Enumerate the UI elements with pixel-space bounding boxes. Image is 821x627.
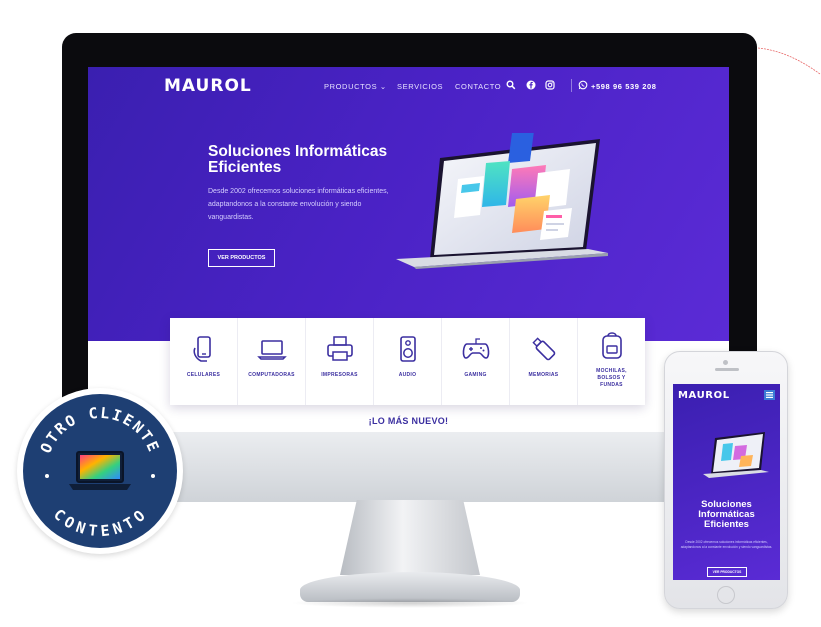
- speaker-icon: [399, 336, 416, 362]
- hero-description: Desde 2002 ofrecemos soluciones informát…: [208, 188, 389, 221]
- facebook-icon[interactable]: [526, 80, 536, 90]
- phone-laptop-illustration: [703, 432, 769, 478]
- phone-mockup: MAUROL Soluciones Informáticas Eficiente…: [664, 351, 788, 609]
- hero-title: Soluciones Informáticas Eficientes: [208, 143, 388, 176]
- decorative-line: [758, 47, 821, 75]
- badge-text-bottom: CONTENTO: [50, 505, 148, 540]
- category-label: IMPRESORAS: [321, 372, 358, 378]
- category-label: COMPUTADORAS: [248, 372, 295, 378]
- category-mochilas[interactable]: MOCHILAS, BOLSOS Y FUNDAS: [578, 318, 645, 405]
- rainbow-laptop-icon: [69, 451, 131, 490]
- category-label: MEMORIAS: [528, 372, 559, 378]
- phone-ver-productos-button[interactable]: VER PRODUCTOS: [707, 567, 747, 577]
- category-bar: CELULARES COMPUTADORAS IMPRESORAS AUDIO …: [170, 318, 645, 405]
- phone-home-button[interactable]: [717, 586, 735, 604]
- monitor-screen: MAUROL PRODUCTOS ⌄ SERVICIOS CONTACTO +5…: [88, 67, 729, 432]
- phone-site-logo[interactable]: MAUROL: [678, 390, 730, 401]
- phone-screen: MAUROL Soluciones Informáticas Eficiente…: [673, 384, 780, 580]
- top-navbar: MAUROL PRODUCTOS ⌄ SERVICIOS CONTACTO +5…: [88, 67, 729, 105]
- phone-hero-description: Desde 2002 ofrecemos soluciones informát…: [680, 540, 773, 549]
- laptop-illustration: [396, 133, 608, 269]
- category-label: CELULARES: [186, 372, 221, 378]
- category-impresoras[interactable]: IMPRESORAS: [306, 318, 374, 405]
- hero-section: MAUROL PRODUCTOS ⌄ SERVICIOS CONTACTO +5…: [88, 67, 729, 341]
- otro-cliente-badge: OTRO CLIENTE CONTENTO: [17, 388, 183, 554]
- phone-camera: [723, 360, 728, 365]
- badge-artwork: OTRO CLIENTE CONTENTO: [37, 404, 164, 540]
- nav-item-servicios[interactable]: SERVICIOS: [397, 82, 443, 91]
- category-computadoras[interactable]: COMPUTADORAS: [238, 318, 306, 405]
- site-logo[interactable]: MAUROL: [164, 76, 252, 96]
- backpack-icon: [601, 332, 622, 359]
- badge-text-top: OTRO CLIENTE: [37, 404, 162, 456]
- category-gaming[interactable]: GAMING: [442, 318, 510, 405]
- nav-divider: [571, 79, 572, 92]
- usb-icon: [531, 337, 555, 361]
- category-memorias[interactable]: MEMORIAS: [510, 318, 578, 405]
- gamepad-icon: [462, 338, 489, 359]
- hamburger-menu-icon[interactable]: [764, 390, 775, 400]
- category-label: GAMING: [464, 372, 487, 378]
- svg-text:CONTENTO: CONTENTO: [50, 505, 150, 540]
- nav-item-productos[interactable]: PRODUCTOS ⌄: [324, 82, 387, 91]
- nav-phone-number[interactable]: +598 96 539 208: [591, 82, 657, 91]
- printer-icon: [326, 336, 353, 361]
- category-label: AUDIO: [398, 372, 417, 378]
- phone-hero-title: Soluciones Informáticas Eficientes: [698, 499, 755, 530]
- monitor-stand-neck: [340, 500, 480, 575]
- ver-productos-button[interactable]: VER PRODUCTOS: [208, 249, 275, 267]
- category-label: MOCHILAS, BOLSOS Y FUNDAS: [596, 368, 627, 388]
- whatsapp-icon[interactable]: [578, 80, 588, 90]
- phone-hand-icon: [192, 336, 211, 362]
- svg-text:OTRO CLIENTE: OTRO CLIENTE: [37, 404, 164, 456]
- section-title-nuevo: ¡LO MÁS NUEVO!: [368, 416, 449, 426]
- monitor-shadow: [290, 598, 530, 608]
- instagram-icon[interactable]: [545, 80, 555, 90]
- search-icon[interactable]: [506, 80, 516, 90]
- laptop-icon: [256, 340, 287, 360]
- nav-item-contacto[interactable]: CONTACTO: [455, 82, 501, 91]
- category-audio[interactable]: AUDIO: [374, 318, 442, 405]
- phone-speaker: [715, 368, 739, 371]
- mockup-scene: MAUROL PRODUCTOS ⌄ SERVICIOS CONTACTO +5…: [0, 0, 821, 627]
